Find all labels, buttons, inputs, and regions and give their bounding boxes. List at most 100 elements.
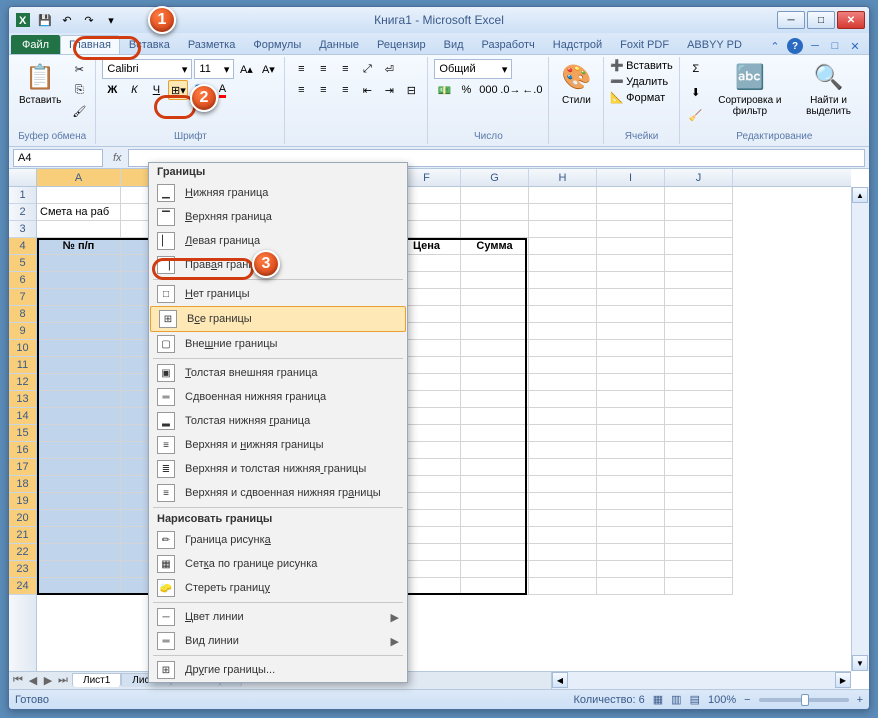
tab-file[interactable]: Файл xyxy=(11,35,60,54)
cell-I18[interactable] xyxy=(597,476,665,493)
dropdown-item-draw-2[interactable]: 🧽Стереть границу xyxy=(149,576,407,600)
scroll-right-icon[interactable]: ▶ xyxy=(835,672,851,688)
cell-J15[interactable] xyxy=(665,425,733,442)
scroll-up-icon[interactable]: ▲ xyxy=(852,187,868,203)
column-header-I[interactable]: I xyxy=(597,169,665,186)
doc-minimize-icon[interactable]: ─ xyxy=(807,38,823,54)
tab-formulas[interactable]: Формулы xyxy=(244,35,310,54)
row-header-21[interactable]: 21 xyxy=(9,527,36,544)
cell-I7[interactable] xyxy=(597,289,665,306)
autosum-icon[interactable]: Σ xyxy=(686,59,706,79)
tab-view[interactable]: Вид xyxy=(435,35,473,54)
italic-button[interactable]: К xyxy=(124,80,144,100)
cell-J14[interactable] xyxy=(665,408,733,425)
copy-icon[interactable]: ⎘ xyxy=(69,80,89,100)
dropdown-item-border-9[interactable]: ▂Толстая нижняя граница xyxy=(149,409,407,433)
sort-filter-button[interactable]: 🔤 Сортировка и фильтр xyxy=(710,59,790,119)
close-button[interactable]: ✕ xyxy=(837,11,865,29)
cell-I6[interactable] xyxy=(597,272,665,289)
cell-J5[interactable] xyxy=(665,255,733,272)
cell-H6[interactable] xyxy=(529,272,597,289)
wrap-text-icon[interactable]: ⏎ xyxy=(379,59,399,79)
ribbon-minimize-icon[interactable]: ⌃ xyxy=(767,38,783,54)
zoom-in-button[interactable]: + xyxy=(857,694,863,706)
bold-button[interactable]: Ж xyxy=(102,80,122,100)
row-header-3[interactable]: 3 xyxy=(9,221,36,238)
cell-A2[interactable]: Смета на раб xyxy=(37,204,121,221)
sheet-nav-first-icon[interactable]: ⏮ xyxy=(11,674,25,687)
row-header-8[interactable]: 8 xyxy=(9,306,36,323)
clear-icon[interactable]: 🧹 xyxy=(686,105,706,125)
cell-H5[interactable] xyxy=(529,255,597,272)
cell-H9[interactable] xyxy=(529,323,597,340)
cell-I17[interactable] xyxy=(597,459,665,476)
cell-H11[interactable] xyxy=(529,357,597,374)
cell-J7[interactable] xyxy=(665,289,733,306)
cell-H7[interactable] xyxy=(529,289,597,306)
dropdown-item-border-5[interactable]: ⊞Все границы xyxy=(150,306,406,332)
format-cells-button[interactable]: 📐Формат xyxy=(610,91,665,104)
cell-G3[interactable] xyxy=(461,221,529,238)
orientation-icon[interactable]: ⤢ xyxy=(357,59,377,79)
cell-J20[interactable] xyxy=(665,510,733,527)
maximize-button[interactable]: □ xyxy=(807,11,835,29)
tab-review[interactable]: Рецензир xyxy=(368,35,435,54)
dropdown-item-border-4[interactable]: □Нет границы xyxy=(149,282,407,306)
cell-I2[interactable] xyxy=(597,204,665,221)
cell-J4[interactable] xyxy=(665,238,733,255)
format-painter-icon[interactable]: 🖌 xyxy=(69,101,89,121)
percent-icon[interactable]: % xyxy=(456,80,476,100)
row-header-15[interactable]: 15 xyxy=(9,425,36,442)
doc-close-icon[interactable]: ✕ xyxy=(847,38,863,54)
cell-J16[interactable] xyxy=(665,442,733,459)
redo-icon[interactable]: ↷ xyxy=(79,10,99,30)
row-header-24[interactable]: 24 xyxy=(9,578,36,595)
zoom-out-button[interactable]: − xyxy=(744,694,750,706)
cell-I21[interactable] xyxy=(597,527,665,544)
row-header-16[interactable]: 16 xyxy=(9,442,36,459)
cell-H17[interactable] xyxy=(529,459,597,476)
help-icon[interactable]: ? xyxy=(787,38,803,54)
decrease-decimal-icon[interactable]: ←.0 xyxy=(522,80,542,100)
cell-H16[interactable] xyxy=(529,442,597,459)
view-layout-icon[interactable]: ▥ xyxy=(671,693,681,706)
cell-I5[interactable] xyxy=(597,255,665,272)
cell-I24[interactable] xyxy=(597,578,665,595)
cell-H18[interactable] xyxy=(529,476,597,493)
row-header-18[interactable]: 18 xyxy=(9,476,36,493)
align-right-icon[interactable]: ≡ xyxy=(335,80,355,100)
cell-H2[interactable] xyxy=(529,204,597,221)
dropdown-item-border-8[interactable]: ═Сдвоенная нижняя граница xyxy=(149,385,407,409)
cell-I15[interactable] xyxy=(597,425,665,442)
dropdown-item-border-6[interactable]: ▢Внешние границы xyxy=(149,332,407,356)
cell-J24[interactable] xyxy=(665,578,733,595)
cell-J9[interactable] xyxy=(665,323,733,340)
row-header-11[interactable]: 11 xyxy=(9,357,36,374)
cell-J17[interactable] xyxy=(665,459,733,476)
cell-H13[interactable] xyxy=(529,391,597,408)
row-header-14[interactable]: 14 xyxy=(9,408,36,425)
horizontal-scrollbar[interactable]: ◀ ▶ xyxy=(551,671,851,689)
tab-addins[interactable]: Надстрой xyxy=(544,35,611,54)
row-header-6[interactable]: 6 xyxy=(9,272,36,289)
tab-data[interactable]: Данные xyxy=(310,35,368,54)
delete-cells-button[interactable]: ➖Удалить xyxy=(610,75,668,88)
cell-H24[interactable] xyxy=(529,578,597,595)
cell-H8[interactable] xyxy=(529,306,597,323)
dropdown-item-border-7[interactable]: ▣Толстая внешняя граница xyxy=(149,361,407,385)
cell-J19[interactable] xyxy=(665,493,733,510)
cell-J3[interactable] xyxy=(665,221,733,238)
cell-H23[interactable] xyxy=(529,561,597,578)
row-header-20[interactable]: 20 xyxy=(9,510,36,527)
row-header-22[interactable]: 22 xyxy=(9,544,36,561)
tab-foxit[interactable]: Foxit PDF xyxy=(611,35,678,54)
view-normal-icon[interactable]: ▦ xyxy=(653,693,663,706)
cell-H20[interactable] xyxy=(529,510,597,527)
save-icon[interactable]: 💾 xyxy=(35,10,55,30)
zoom-level[interactable]: 100% xyxy=(708,694,736,706)
cell-G2[interactable] xyxy=(461,204,529,221)
cell-G1[interactable] xyxy=(461,187,529,204)
cell-I9[interactable] xyxy=(597,323,665,340)
increase-indent-icon[interactable]: ⇥ xyxy=(379,80,399,100)
cell-H22[interactable] xyxy=(529,544,597,561)
